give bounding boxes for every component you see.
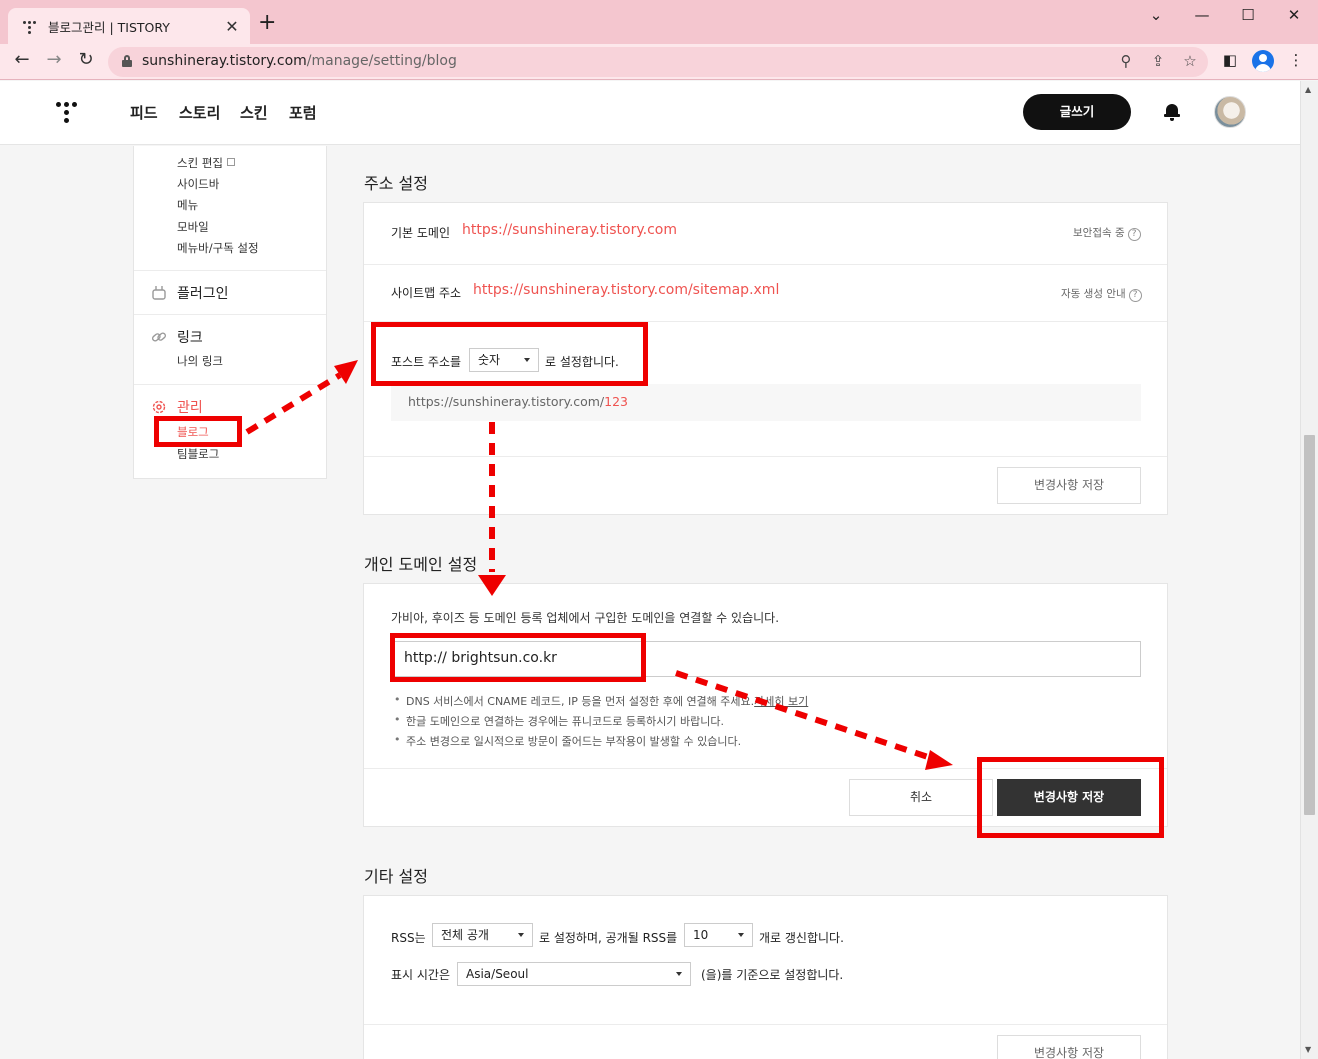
divider bbox=[364, 1024, 1167, 1025]
bell-icon[interactable] bbox=[1164, 103, 1180, 121]
reload-icon[interactable]: ↻ bbox=[74, 49, 98, 70]
tab-search-chevron-icon[interactable]: ⌄ bbox=[1146, 6, 1166, 24]
maximize-icon[interactable]: ☐ bbox=[1238, 6, 1258, 24]
user-avatar[interactable] bbox=[1214, 96, 1246, 128]
address-section-title: 주소 설정 bbox=[364, 174, 428, 193]
rss-visibility-select[interactable]: 전체 공개 bbox=[432, 923, 533, 947]
rss-suffix: 개로 갱신합니다. bbox=[759, 931, 844, 945]
write-button[interactable]: 글쓰기 bbox=[1023, 94, 1131, 130]
new-tab-icon[interactable]: + bbox=[258, 12, 276, 34]
sidebar-item-menubar[interactable]: 메뉴바/구독 설정 bbox=[177, 240, 259, 256]
divider bbox=[364, 264, 1167, 265]
domain-note-1: DNS 서비스에서 CNAME 레코드, IP 등을 먼저 설정한 후에 연결해… bbox=[394, 693, 808, 709]
sitemap-link[interactable]: https://sunshineray.tistory.com/sitemap.… bbox=[473, 282, 779, 298]
lock-icon bbox=[122, 55, 132, 67]
back-icon[interactable]: ← bbox=[10, 49, 34, 70]
timezone-prefix: 표시 시간은 bbox=[391, 968, 451, 982]
domain-note-2: 한글 도메인으로 연결하는 경우에는 퓨니코드로 등록하시기 바랍니다. bbox=[394, 713, 724, 729]
divider bbox=[134, 314, 326, 315]
help-icon[interactable]: ? bbox=[1128, 289, 1142, 302]
browser-menu-icon[interactable]: ⋮ bbox=[1286, 51, 1306, 69]
rss-count-select[interactable]: 10 bbox=[684, 923, 753, 947]
url-text: sunshineray.tistory.com/manage/setting/b… bbox=[142, 53, 457, 69]
nav-story[interactable]: 스토리 bbox=[179, 102, 220, 123]
sidebar-item-sidebar[interactable]: 사이드바 bbox=[177, 176, 219, 192]
timezone-suffix: (을)를 기준으로 설정합니다. bbox=[701, 968, 844, 982]
tab-close-icon[interactable]: ✕ bbox=[224, 17, 240, 36]
sidebar-item-team-blog[interactable]: 팀블로그 bbox=[177, 446, 219, 462]
share-icon[interactable]: ⇪ bbox=[1148, 52, 1168, 70]
dropdown-caret-icon bbox=[676, 972, 682, 976]
sitemap-label: 사이트맵 주소 bbox=[391, 286, 462, 300]
address-bar[interactable]: sunshineray.tistory.com/manage/setting/b… bbox=[108, 47, 1208, 77]
domain-description: 가비아, 후이즈 등 도메인 등록 업체에서 구입한 도메인을 연결할 수 있습… bbox=[391, 611, 780, 625]
scroll-up-icon[interactable]: ▲ bbox=[1305, 85, 1311, 94]
post-url-example: https://sunshineray.tistory.com/123 bbox=[391, 384, 1141, 421]
page-scrollbar[interactable]: ▲ ▼ bbox=[1300, 81, 1318, 1059]
annotation-box-blog bbox=[154, 416, 242, 447]
bookmark-star-icon[interactable]: ☆ bbox=[1180, 52, 1200, 70]
other-save-button[interactable]: 변경사항 저장 bbox=[997, 1035, 1141, 1059]
annotation-box-save-button bbox=[977, 757, 1164, 838]
sidebar-item-plugin[interactable]: 플러그인 bbox=[177, 283, 229, 303]
sidebar-item-skin-edit[interactable]: 스킨 편집 bbox=[177, 155, 235, 171]
sidebar-item-menu[interactable]: 메뉴 bbox=[177, 197, 198, 213]
sidebar-item-link[interactable]: 링크 bbox=[177, 327, 203, 347]
divider bbox=[134, 270, 326, 271]
browser-tab[interactable]: 블로그관리 | TISTORY ✕ bbox=[8, 8, 250, 44]
close-window-icon[interactable]: ✕ bbox=[1284, 6, 1304, 24]
browser-tab-bar: 블로그관리 | TISTORY ✕ + ⌄ — ☐ ✕ bbox=[0, 0, 1318, 44]
gear-icon bbox=[152, 400, 166, 414]
other-settings-card: RSS는 전체 공개 로 설정하며, 공개될 RSS를 10 개로 갱신합니다.… bbox=[363, 895, 1168, 1059]
annotation-box-post-address bbox=[371, 322, 648, 386]
scroll-thumb[interactable] bbox=[1304, 435, 1315, 815]
plugin-icon bbox=[152, 286, 166, 300]
external-link-icon bbox=[226, 158, 235, 166]
other-section-title: 기타 설정 bbox=[364, 867, 428, 886]
nav-feed[interactable]: 피드 bbox=[130, 102, 158, 123]
domain-note-3: 주소 변경으로 일시적으로 방문이 줄어드는 부작용이 발생할 수 있습니다. bbox=[394, 733, 741, 749]
detail-link[interactable]: 자세히 보기 bbox=[754, 695, 808, 708]
scroll-down-icon[interactable]: ▼ bbox=[1305, 1045, 1311, 1054]
secure-status: 보안접속 중? bbox=[1073, 225, 1141, 241]
sidebar-item-my-link[interactable]: 나의 링크 bbox=[177, 353, 223, 369]
profile-avatar-icon[interactable] bbox=[1252, 50, 1274, 72]
dropdown-caret-icon bbox=[518, 933, 524, 937]
zoom-icon[interactable]: ⚲ bbox=[1116, 52, 1136, 70]
divider bbox=[134, 384, 326, 385]
rss-middle: 로 설정하며, 공개될 RSS를 bbox=[539, 931, 678, 945]
nav-forum[interactable]: 포럼 bbox=[289, 102, 317, 123]
divider bbox=[364, 456, 1167, 457]
help-icon[interactable]: ? bbox=[1127, 228, 1141, 241]
annotation-box-domain-input bbox=[390, 633, 646, 682]
nav-skin[interactable]: 스킨 bbox=[240, 102, 268, 123]
link-icon bbox=[151, 332, 167, 342]
browser-toolbar: ← → ↻ sunshineray.tistory.com/manage/set… bbox=[0, 44, 1318, 80]
sitemap-info: 자동 생성 안내? bbox=[1061, 286, 1142, 302]
side-panel-icon[interactable]: ◧ bbox=[1220, 51, 1240, 69]
arrowhead-icon bbox=[334, 360, 358, 384]
timezone-select[interactable]: Asia/Seoul bbox=[457, 962, 691, 986]
domain-cancel-button[interactable]: 취소 bbox=[849, 779, 993, 816]
tab-title: 블로그관리 | TISTORY bbox=[48, 19, 170, 35]
rss-prefix: RSS는 bbox=[391, 931, 426, 945]
dropdown-caret-icon bbox=[738, 933, 744, 937]
sidebar-item-mobile[interactable]: 모바일 bbox=[177, 219, 209, 235]
tistory-logo-icon[interactable] bbox=[56, 98, 78, 124]
sidebar-item-manage[interactable]: 관리 bbox=[177, 397, 203, 417]
default-domain-link[interactable]: https://sunshineray.tistory.com bbox=[462, 222, 677, 238]
default-domain-label: 기본 도메인 bbox=[391, 226, 451, 240]
tistory-favicon-icon bbox=[22, 18, 38, 34]
address-save-button[interactable]: 변경사항 저장 bbox=[997, 467, 1141, 504]
minimize-icon[interactable]: — bbox=[1192, 6, 1212, 24]
site-header: 피드 스토리 스킨 포럼 글쓰기 bbox=[0, 81, 1300, 145]
domain-section-title: 개인 도메인 설정 bbox=[364, 555, 478, 574]
forward-icon[interactable]: → bbox=[42, 49, 66, 70]
